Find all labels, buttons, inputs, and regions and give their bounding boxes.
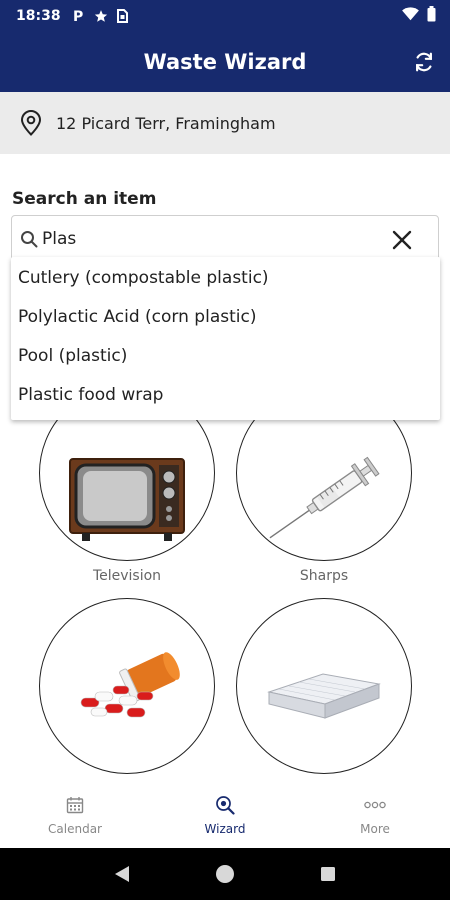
more-dots-icon <box>364 794 386 816</box>
nav-more[interactable]: More <box>300 782 450 848</box>
television-image <box>69 458 185 541</box>
mattress-image <box>267 673 381 719</box>
address-bar[interactable]: 12 Picard Terr, Framingham <box>0 92 450 154</box>
refresh-icon[interactable] <box>410 48 438 76</box>
tile-label-sharps: Sharps <box>299 568 349 584</box>
nav-calendar[interactable]: Calendar <box>0 782 150 848</box>
nav-wizard[interactable]: Wizard <box>150 782 300 848</box>
calendar-icon <box>64 794 86 816</box>
status-time: 18:38 <box>16 8 61 24</box>
back-icon[interactable] <box>107 859 137 889</box>
system-nav-bar <box>0 848 450 900</box>
suggestion-item[interactable]: Pool (plastic) <box>11 336 440 375</box>
home-icon[interactable] <box>210 859 240 889</box>
recents-icon[interactable] <box>313 859 343 889</box>
nav-label-wizard: Wizard <box>204 822 246 836</box>
parking-icon: P <box>73 9 85 23</box>
suggestion-item[interactable]: Plastic food wrap <box>11 375 440 414</box>
tile-medication[interactable] <box>39 598 215 774</box>
bottom-nav: Calendar Wizard More <box>0 782 450 848</box>
search-icon <box>18 228 40 250</box>
tile-mattress[interactable] <box>236 598 412 774</box>
battery-icon <box>427 6 436 26</box>
sim-card-icon <box>116 9 128 23</box>
suggestions-dropdown: Cutlery (compostable plastic) Polylactic… <box>11 257 440 420</box>
wifi-icon <box>402 7 419 25</box>
svg-text:P: P <box>73 9 83 23</box>
nav-label-more: More <box>360 822 390 836</box>
status-bar: 18:38 P <box>0 0 450 32</box>
syringe-image <box>269 456 380 539</box>
suggestion-item[interactable]: Cutlery (compostable plastic) <box>11 258 440 297</box>
medication-pills-image <box>80 652 180 718</box>
search-box[interactable] <box>11 215 439 263</box>
search-input[interactable] <box>42 229 362 249</box>
tile-label-television: Television <box>92 568 162 584</box>
location-pin-icon <box>18 110 44 136</box>
app-bar: Waste Wizard <box>0 32 450 92</box>
suggestion-item[interactable]: Polylactic Acid (corn plastic) <box>11 297 440 336</box>
search-label: Search an item <box>12 189 157 209</box>
star-icon <box>94 9 108 23</box>
app-title: Waste Wizard <box>143 50 307 74</box>
address-text: 12 Picard Terr, Framingham <box>56 113 276 133</box>
wizard-search-icon <box>214 794 236 816</box>
close-icon[interactable] <box>390 228 414 252</box>
nav-label-calendar: Calendar <box>48 822 102 836</box>
